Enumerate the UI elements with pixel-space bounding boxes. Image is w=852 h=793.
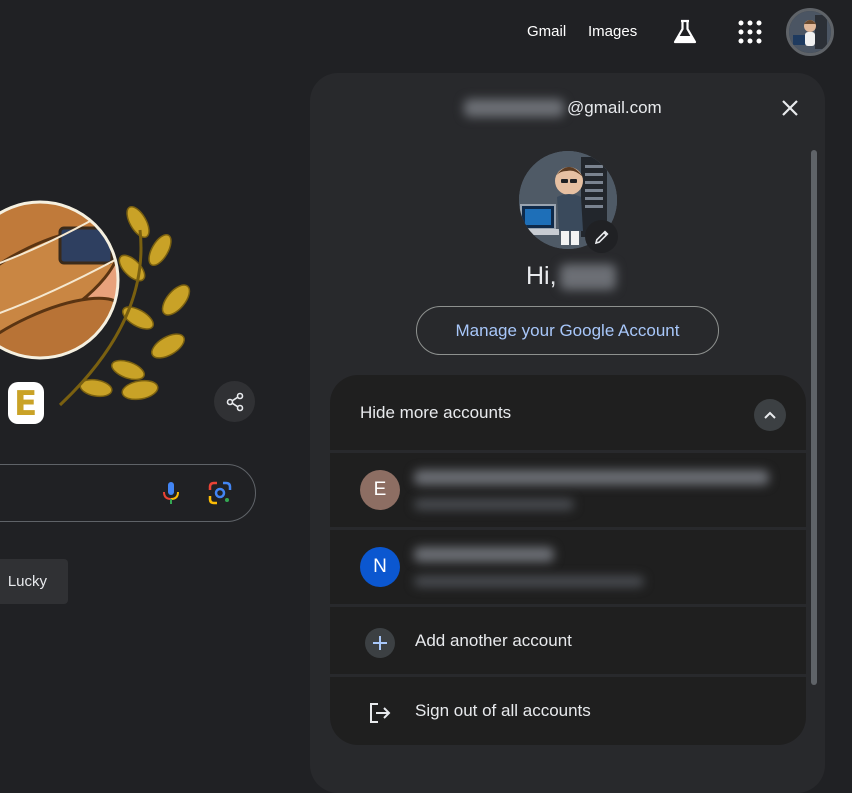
account-email: @gmail.com xyxy=(464,96,662,120)
sign-out-icon xyxy=(364,697,396,729)
account-initial-avatar: E xyxy=(360,470,400,510)
account-avatar-button[interactable] xyxy=(786,8,834,56)
share-icon xyxy=(226,392,243,411)
hide-more-accounts-toggle[interactable]: Hide more accounts xyxy=(330,375,806,450)
greeting: Hi, xyxy=(526,262,616,291)
email-domain: @gmail.com xyxy=(567,98,662,117)
search-labs-icon[interactable] xyxy=(670,17,700,47)
close-icon xyxy=(782,100,798,116)
add-account-button[interactable]: Add another account xyxy=(330,607,806,674)
email-redacted xyxy=(464,99,564,117)
add-account-icon xyxy=(364,627,396,659)
sign-out-label: Sign out of all accounts xyxy=(415,701,591,720)
account-item[interactable]: E xyxy=(330,453,806,527)
collapse-button[interactable] xyxy=(754,399,786,431)
account-item[interactable]: N xyxy=(330,530,806,604)
pencil-icon xyxy=(594,229,609,244)
feeling-lucky-button[interactable]: Lucky xyxy=(0,559,68,604)
greeting-text: Hi, xyxy=(526,262,557,290)
add-account-label: Add another account xyxy=(415,631,572,650)
sign-out-button[interactable]: Sign out of all accounts xyxy=(330,677,806,745)
account-initial-avatar: N xyxy=(360,547,400,587)
manage-account-button[interactable]: Manage your Google Account xyxy=(416,306,719,355)
account-name-redacted xyxy=(414,470,769,485)
panel-scrollbar[interactable] xyxy=(811,150,817,685)
name-redacted xyxy=(559,263,616,290)
chevron-up-icon xyxy=(764,411,776,419)
google-apps-icon[interactable] xyxy=(736,18,764,46)
accounts-list: Hide more accounts E N Add another accou… xyxy=(330,375,806,745)
gmail-link[interactable]: Gmail xyxy=(527,23,566,40)
account-email-redacted xyxy=(414,499,574,510)
share-button[interactable] xyxy=(214,381,255,422)
mic-icon[interactable] xyxy=(158,480,184,506)
hide-accounts-label: Hide more accounts xyxy=(360,403,512,422)
doodle-letter: E xyxy=(14,384,38,424)
account-email-redacted xyxy=(414,576,644,587)
images-link[interactable]: Images xyxy=(588,23,637,40)
google-lens-icon[interactable] xyxy=(207,480,233,506)
close-button[interactable] xyxy=(775,93,805,123)
edit-photo-button[interactable] xyxy=(585,220,618,253)
plus-icon xyxy=(373,636,387,650)
account-name-redacted xyxy=(414,547,554,562)
